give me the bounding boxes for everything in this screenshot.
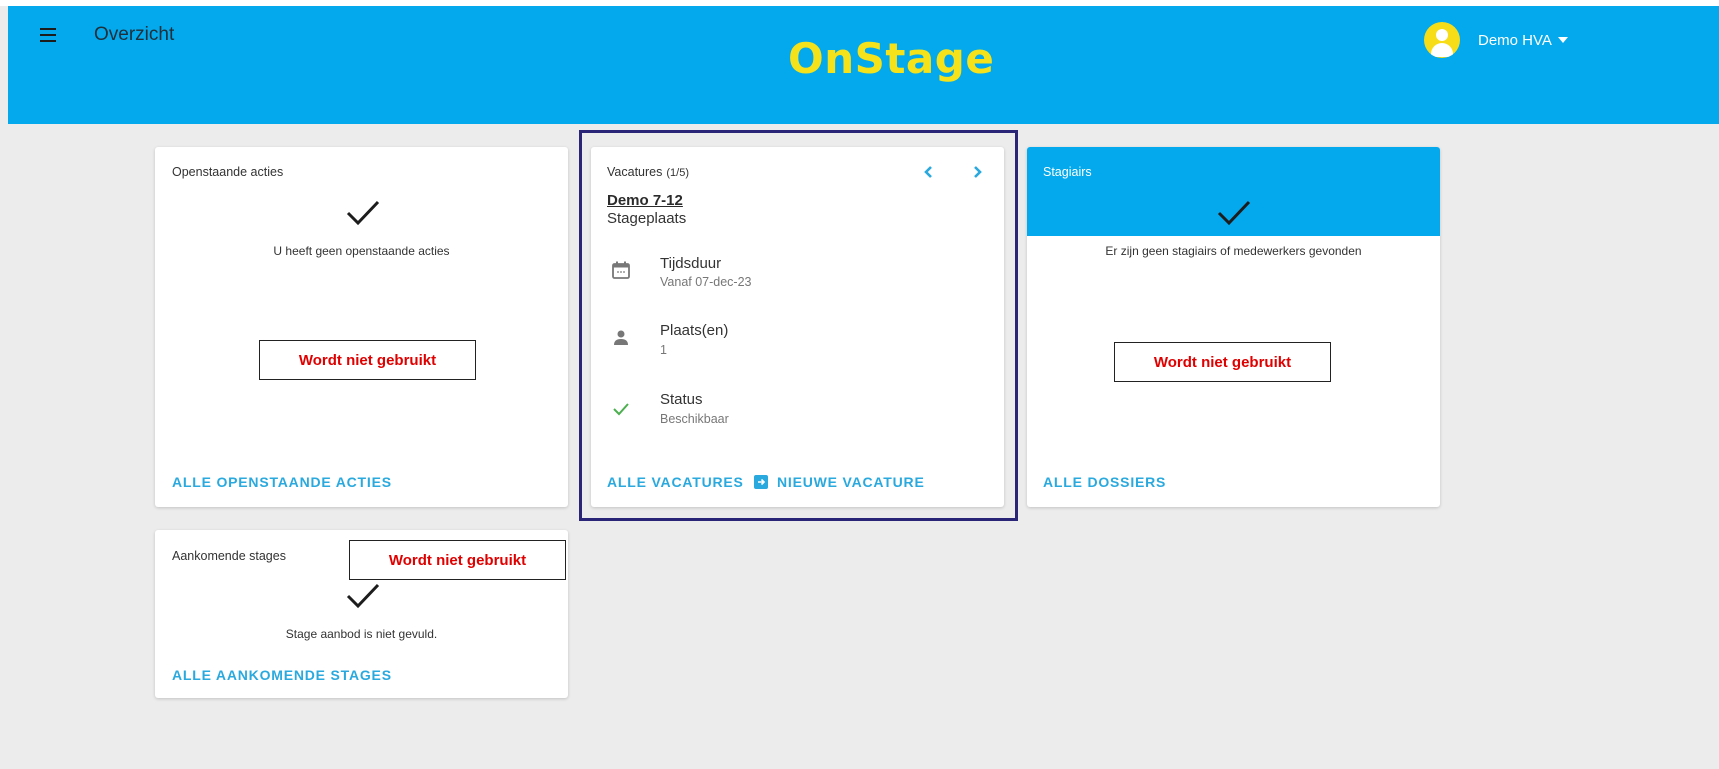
upcoming-empty-text: Stage aanbod is niet gevuld. — [285, 627, 438, 641]
app-header: Overzicht OnStage Demo HVA — [8, 6, 1719, 124]
checkmark-icon — [1217, 200, 1251, 226]
interns-title: Stagiairs — [1043, 165, 1092, 179]
user-menu[interactable]: Demo HVA — [1424, 20, 1568, 60]
upcoming-title: Aankomende stages — [172, 549, 286, 563]
all-upcoming-internships-link[interactable]: ALLE AANKOMENDE STAGES — [172, 667, 392, 683]
onstage-logo[interactable]: OnStage — [788, 34, 994, 83]
checkmark-icon — [346, 200, 380, 226]
annotation-not-used: Wordt niet gebruikt — [349, 540, 566, 580]
user-name: Demo HVA — [1478, 31, 1552, 49]
all-dossiers-link[interactable]: ALLE DOSSIERS — [1043, 474, 1166, 490]
avatar-icon — [1424, 22, 1460, 58]
checkmark-icon — [346, 583, 380, 609]
chevron-down-icon — [1557, 37, 1568, 43]
page-title: Overzicht — [94, 24, 175, 45]
open-actions-empty-text: U heeft geen openstaande acties — [273, 244, 450, 258]
annotation-not-used: Wordt niet gebruikt — [259, 340, 476, 380]
interns-empty-text: Er zijn geen stagiairs of medewerkers ge… — [1105, 244, 1362, 258]
all-open-actions-link[interactable]: ALLE OPENSTAANDE ACTIES — [172, 474, 392, 490]
open-actions-title: Openstaande acties — [172, 165, 284, 179]
annotation-not-used: Wordt niet gebruikt — [1114, 342, 1331, 382]
highlight-frame — [579, 130, 1018, 521]
hamburger-menu-icon[interactable] — [38, 26, 60, 44]
